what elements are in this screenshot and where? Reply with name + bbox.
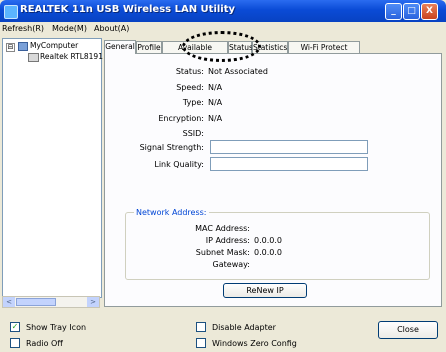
maximize-button[interactable]: □	[403, 3, 420, 20]
app-icon	[4, 5, 18, 19]
minimize-button[interactable]: _	[385, 3, 402, 20]
type-value: N/A	[208, 98, 223, 107]
menu-mode[interactable]: Mode(M)	[52, 24, 87, 33]
status-label: Status:	[175, 67, 204, 76]
signal-strength-label: Signal Strength:	[139, 143, 204, 152]
main-window: REALTEK 11n USB Wireless LAN Utility _ □…	[0, 0, 446, 352]
type-label: Type:	[182, 98, 204, 107]
menu-refresh[interactable]: Refresh(R)	[2, 24, 44, 33]
ssid-label: SSID:	[182, 129, 204, 138]
renew-ip-button[interactable]: ReNew IP	[223, 283, 307, 298]
show-tray-icon-checkbox[interactable]: ✓	[10, 322, 20, 332]
ip-address-value: 0.0.0.0	[254, 236, 282, 245]
signal-strength-field	[210, 140, 368, 154]
radio-off-checkbox[interactable]	[10, 338, 20, 348]
network-address-title: Network Address:	[134, 208, 209, 217]
status-value: Not Associated	[208, 67, 268, 76]
tab-profile[interactable]: Profile	[136, 41, 162, 53]
windows-zero-config-checkbox[interactable]	[196, 338, 206, 348]
encryption-value: N/A	[208, 114, 223, 123]
computer-icon	[18, 42, 28, 51]
speed-label: Speed:	[176, 83, 204, 92]
highlight-circle	[182, 31, 261, 62]
scroll-right-icon[interactable]: >	[87, 297, 99, 307]
tree-item-adapter[interactable]: Realtek RTL8191	[40, 52, 103, 61]
tree-horizontal-scrollbar[interactable]: < >	[2, 296, 100, 308]
disable-adapter-checkbox[interactable]	[196, 322, 206, 332]
close-button[interactable]: Close	[378, 321, 438, 339]
disable-adapter-label: Disable Adapter	[212, 323, 276, 332]
gateway-label: Gateway:	[212, 260, 250, 269]
windows-zero-config-label: Windows Zero Config	[212, 339, 297, 348]
tab-wifi-protect-setup[interactable]: Wi-Fi Protect Setup	[288, 41, 360, 64]
speed-value: N/A	[208, 83, 223, 92]
tab-general[interactable]: General	[104, 40, 136, 54]
title-bar[interactable]: REALTEK 11n USB Wireless LAN Utility _ □…	[0, 0, 446, 22]
show-tray-icon-label: Show Tray Icon	[26, 323, 87, 332]
scroll-left-icon[interactable]: <	[3, 297, 15, 307]
ip-address-label: IP Address:	[205, 236, 250, 245]
menu-about[interactable]: About(A)	[94, 24, 129, 33]
tree-expander-icon[interactable]: ⊟	[6, 43, 15, 52]
encryption-label: Encryption:	[158, 114, 204, 123]
close-window-button[interactable]: X	[421, 3, 438, 20]
network-adapter-icon	[28, 53, 39, 62]
tree-item-mycomputer[interactable]: MyComputer	[30, 41, 78, 50]
subnet-mask-label: Subnet Mask:	[195, 248, 250, 257]
adapter-tree: ⊟ MyComputer Realtek RTL8191	[2, 38, 103, 298]
tab-bar: General Profile Available Network Status…	[104, 40, 444, 64]
link-quality-field	[210, 157, 368, 171]
network-address-group	[125, 212, 430, 280]
link-quality-label: Link Quality:	[154, 160, 204, 169]
subnet-mask-value: 0.0.0.0	[254, 248, 282, 257]
scroll-thumb[interactable]	[16, 298, 56, 306]
window-title: REALTEK 11n USB Wireless LAN Utility	[20, 4, 236, 15]
radio-off-label: Radio Off	[26, 339, 63, 348]
mac-address-label: MAC Address:	[195, 224, 250, 233]
